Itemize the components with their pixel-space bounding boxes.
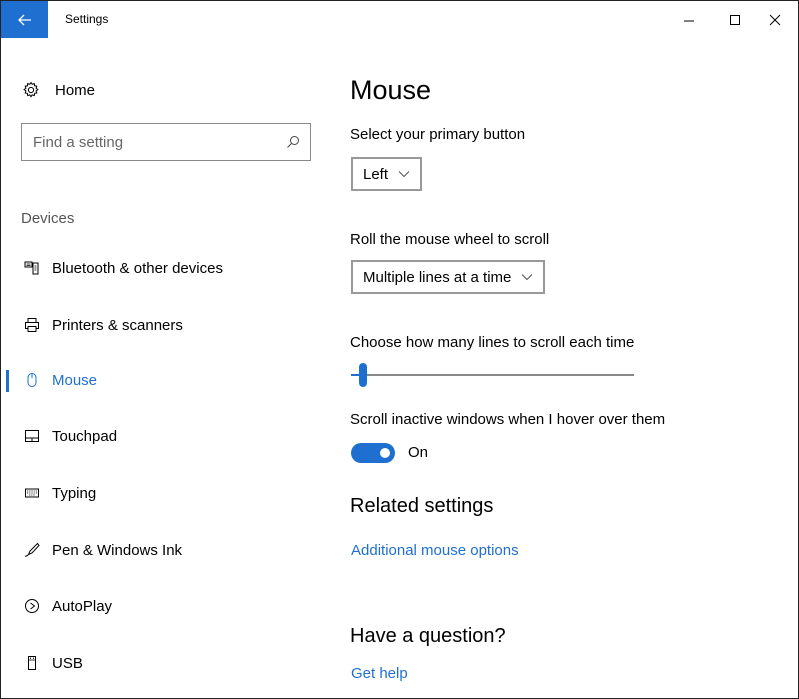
active-indicator	[6, 370, 9, 392]
get-help-link[interactable]: Get help	[351, 665, 408, 682]
window-title: Settings	[65, 12, 109, 26]
primary-button-select[interactable]: Left	[351, 157, 423, 191]
slider-track	[351, 374, 634, 376]
search-input[interactable]	[22, 124, 276, 160]
usb-icon	[22, 653, 42, 673]
keyboard-icon	[22, 483, 42, 503]
slider-thumb[interactable]	[359, 363, 367, 387]
sidebar-item-bluetooth[interactable]: Bluetooth & other devices	[1, 246, 331, 290]
sidebar-item-label: AutoPlay	[52, 597, 113, 615]
lines-to-scroll-slider[interactable]	[351, 360, 634, 390]
minimize-button[interactable]	[666, 1, 712, 38]
back-button[interactable]	[1, 1, 48, 38]
pen-icon	[22, 540, 42, 560]
sidebar-item-touchpad[interactable]: Touchpad	[1, 414, 331, 458]
close-button[interactable]	[752, 1, 798, 38]
sidebar-item-label: Mouse	[52, 371, 98, 389]
primary-button-value: Left	[363, 165, 389, 183]
bluetooth-devices-icon	[22, 258, 42, 278]
lines-to-scroll-label: Choose how many lines to scroll each tim…	[350, 334, 635, 351]
sidebar-item-mouse[interactable]: Mouse	[1, 358, 331, 402]
sidebar-item-label: Typing	[52, 484, 97, 502]
touchpad-icon	[22, 426, 42, 446]
chevron-down-icon	[522, 274, 533, 281]
home-label: Home	[55, 81, 96, 99]
printer-icon	[22, 315, 42, 335]
title-bar: Settings	[1, 1, 798, 38]
main-content: Mouse Select your primary button Left Ro…	[331, 38, 798, 698]
sidebar-item-label: Bluetooth & other devices	[52, 259, 223, 277]
close-icon	[769, 14, 781, 25]
mouse-icon	[22, 370, 42, 390]
sidebar-item-label: Touchpad	[52, 427, 118, 445]
settings-window: Settings Home Find a setting Devices Blu…	[0, 0, 799, 699]
sidebar-item-label: Pen & Windows Ink	[52, 541, 183, 559]
sidebar-item-usb[interactable]: USB	[1, 641, 331, 685]
related-settings-heading: Related settings	[350, 495, 494, 517]
inactive-scroll-label: Scroll inactive windows when I hover ove…	[350, 411, 666, 428]
primary-button-label: Select your primary button	[350, 126, 526, 143]
sidebar-item-typing[interactable]: Typing	[1, 471, 331, 515]
search-box	[21, 123, 311, 161]
sidebar: Home Devices Bluetooth & other devic	[1, 38, 331, 698]
autoplay-icon	[22, 596, 42, 616]
minimize-icon	[684, 20, 694, 21]
additional-mouse-options-link[interactable]: Additional mouse options	[351, 542, 519, 559]
search-icon[interactable]	[276, 124, 310, 160]
gear-icon	[21, 80, 41, 100]
page-title: Mouse	[350, 75, 432, 105]
toggle-state-label: On	[408, 444, 429, 461]
section-label-devices: Devices	[21, 210, 75, 227]
chevron-down-icon	[398, 171, 410, 178]
sidebar-item-autoplay[interactable]: AutoPlay	[1, 584, 331, 628]
wheel-scroll-label: Roll the mouse wheel to scroll	[350, 231, 550, 248]
sidebar-item-home[interactable]: Home	[21, 78, 95, 102]
toggle-knob	[380, 448, 390, 458]
wheel-scroll-value: Multiple lines at a time	[363, 268, 512, 286]
sidebar-item-pen[interactable]: Pen & Windows Ink	[1, 528, 331, 572]
sidebar-item-label: USB	[52, 654, 83, 672]
back-arrow-icon	[17, 14, 31, 25]
maximize-icon	[730, 14, 740, 25]
wheel-scroll-select[interactable]: Multiple lines at a time	[351, 260, 546, 294]
inactive-scroll-toggle[interactable]	[351, 443, 395, 463]
sidebar-item-printers[interactable]: Printers & scanners	[1, 303, 331, 347]
have-a-question-heading: Have a question?	[350, 625, 506, 647]
sidebar-item-label: Printers & scanners	[52, 316, 183, 334]
